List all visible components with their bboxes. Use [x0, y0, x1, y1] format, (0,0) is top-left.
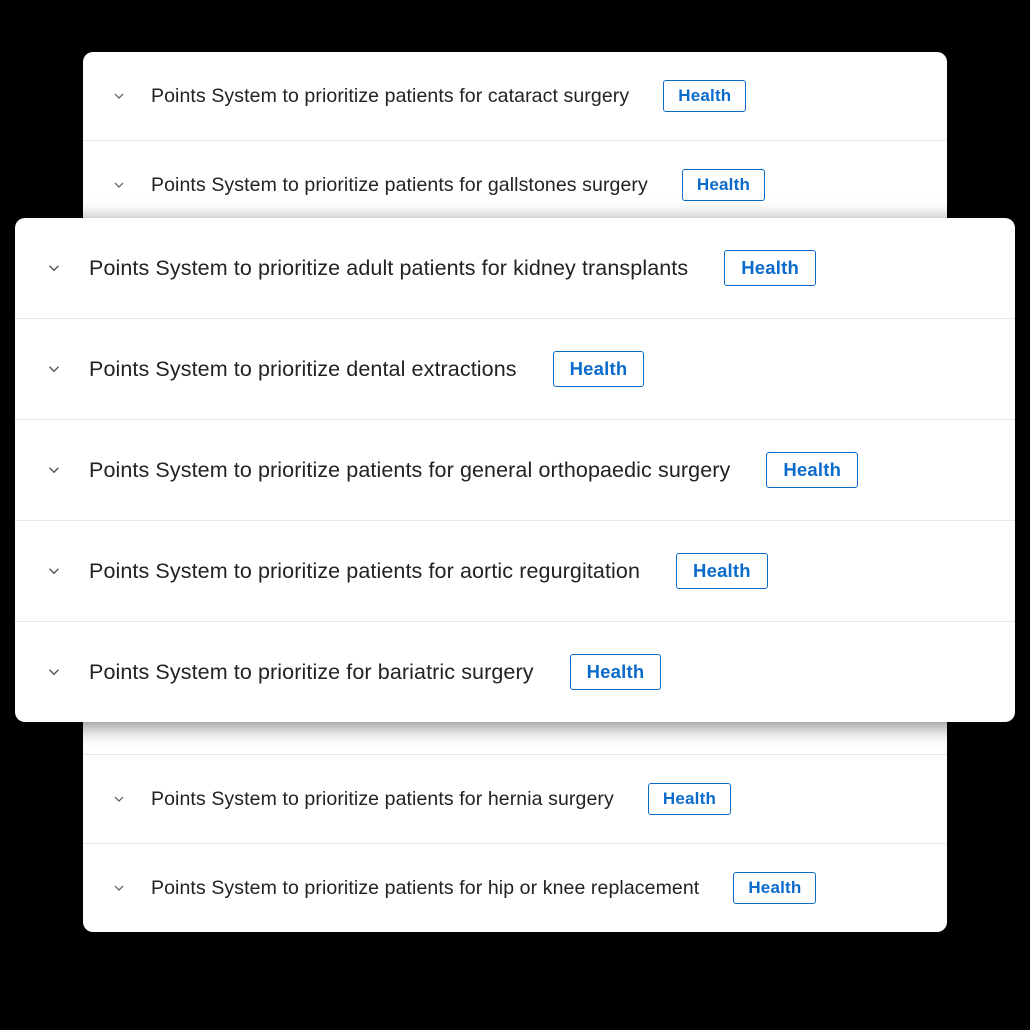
chevron-down-icon	[111, 88, 127, 104]
accordion-title: Points System to prioritize patients for…	[151, 85, 629, 108]
accordion-title: Points System to prioritize patients for…	[89, 458, 730, 483]
accordion-row[interactable]: Points System to prioritize for bariatri…	[15, 622, 1015, 722]
chevron-down-icon	[111, 177, 127, 193]
category-tag[interactable]: Health	[724, 250, 816, 286]
category-tag[interactable]: Health	[733, 872, 816, 904]
accordion-title: Points System to prioritize patients for…	[151, 877, 699, 900]
accordion-title: Points System to prioritize patients for…	[151, 788, 614, 811]
chevron-down-icon	[45, 259, 63, 277]
category-tag[interactable]: Health	[663, 80, 746, 112]
category-tag[interactable]: Health	[648, 783, 731, 815]
chevron-down-icon	[111, 791, 127, 807]
accordion-title: Points System to prioritize patients for…	[151, 174, 648, 197]
accordion-row[interactable]: Points System to prioritize dental extra…	[15, 319, 1015, 420]
chevron-down-icon	[45, 562, 63, 580]
chevron-down-icon	[45, 663, 63, 681]
accordion-row[interactable]: Points System to prioritize patients for…	[83, 844, 947, 932]
accordion-title: Points System to prioritize dental extra…	[89, 357, 517, 382]
chevron-down-icon	[45, 461, 63, 479]
accordion-card-front: Points System to prioritize adult patien…	[15, 218, 1015, 722]
accordion-title: Points System to prioritize for bariatri…	[89, 660, 534, 685]
accordion-row[interactable]: Points System to prioritize patients for…	[15, 420, 1015, 521]
category-tag[interactable]: Health	[682, 169, 765, 201]
category-tag[interactable]: Health	[766, 452, 858, 488]
accordion-row[interactable]: Points System to prioritize patients for…	[83, 141, 947, 230]
chevron-down-icon	[45, 360, 63, 378]
accordion-row[interactable]: Points System to prioritize adult patien…	[15, 218, 1015, 319]
category-tag[interactable]: Health	[570, 654, 662, 690]
category-tag[interactable]: Health	[553, 351, 645, 387]
accordion-title: Points System to prioritize patients for…	[89, 559, 640, 584]
category-tag[interactable]: Health	[676, 553, 768, 589]
accordion-title: Points System to prioritize adult patien…	[89, 256, 688, 281]
chevron-down-icon	[111, 880, 127, 896]
accordion-row[interactable]: Points System to prioritize patients for…	[83, 755, 947, 844]
accordion-row[interactable]: Points System to prioritize patients for…	[83, 52, 947, 141]
accordion-row[interactable]: Points System to prioritize patients for…	[15, 521, 1015, 622]
